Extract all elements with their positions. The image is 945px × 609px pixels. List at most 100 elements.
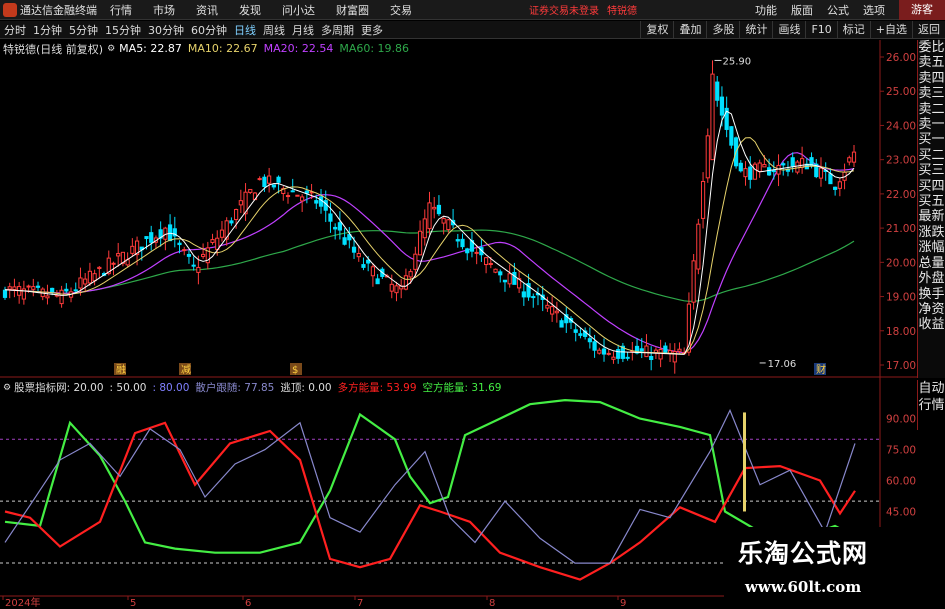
ma60-value: MA60: 19.86: [339, 42, 410, 55]
candle-body: [743, 168, 748, 178]
osc-tick-label: 60.00: [886, 476, 916, 488]
candle-body: [238, 200, 243, 206]
candle-body: [422, 218, 427, 239]
side-item[interactable]: 卖一: [918, 117, 945, 132]
candle-body: [191, 264, 196, 267]
side-item[interactable]: 买一: [918, 132, 945, 147]
candle-body: [545, 304, 550, 309]
side-item[interactable]: 净资: [918, 302, 945, 317]
side-item[interactable]: 买二: [918, 148, 945, 163]
candle-body: [186, 253, 192, 257]
candle-body: [370, 266, 375, 277]
candle-body: [219, 229, 225, 238]
candle-body: [460, 238, 465, 248]
candle-body: [59, 289, 64, 305]
candle-body: [351, 246, 357, 253]
candle-body: [795, 161, 800, 173]
candle-body: [31, 286, 36, 290]
candle-body: [550, 306, 555, 315]
candle-body: [328, 213, 333, 222]
candle-body: [498, 271, 503, 276]
candle-body: [295, 194, 300, 197]
side-item[interactable]: 最新: [918, 209, 945, 224]
candle-body: [446, 219, 451, 231]
candle-body: [757, 162, 762, 173]
candle-body: [7, 286, 12, 290]
candle-body: [262, 176, 267, 187]
side-item[interactable]: 自动: [918, 380, 945, 397]
side-item[interactable]: 卖五: [918, 55, 945, 70]
candle-body: [182, 249, 187, 252]
candle-body: [644, 345, 649, 358]
candle-body: [851, 151, 857, 163]
info-bar: 特锐德(日线 前复权) ⚙ MA5: 22.87 MA10: 22.67 MA2…: [0, 41, 409, 56]
time-tick-label: 7: [357, 598, 363, 609]
candle-body: [276, 176, 281, 183]
candle-body: [290, 190, 295, 193]
candle-body: [484, 257, 489, 266]
side-item[interactable]: 涨跌: [918, 225, 945, 240]
candle-body: [767, 167, 772, 176]
time-tick-label: 8: [489, 598, 495, 609]
candle-body: [705, 135, 710, 179]
candle-body: [691, 260, 696, 303]
candle-body: [417, 230, 423, 256]
candle-body: [144, 236, 149, 240]
side-item[interactable]: 卖二: [918, 102, 945, 117]
candle-body: [97, 266, 102, 270]
candle-body: [663, 345, 668, 354]
side-item[interactable]: 换手: [918, 287, 945, 302]
candle-body: [12, 286, 17, 291]
high-label: 25.90: [723, 56, 752, 67]
candle-body: [531, 296, 536, 299]
candle-body: [649, 356, 654, 361]
candle-body: [710, 73, 715, 161]
side-item[interactable]: 卖四: [918, 71, 945, 86]
side-item[interactable]: 买五: [918, 194, 945, 209]
candle-body: [639, 348, 644, 352]
side-item[interactable]: 行情: [918, 397, 945, 414]
side-item[interactable]: 收益: [918, 317, 945, 332]
indicator-bar: ⚙ 股票指标网 : 20.00 : 50.00 : 80.00 散户跟随: 77…: [0, 380, 501, 395]
side-item[interactable]: 委比: [918, 40, 945, 55]
gear-icon[interactable]: ⚙: [3, 383, 11, 393]
candle-body: [333, 226, 338, 230]
candle-body: [35, 285, 41, 288]
candle-body: [389, 283, 394, 292]
gear-icon[interactable]: ⚙: [107, 44, 115, 54]
side-item[interactable]: 买三: [918, 163, 945, 178]
candle-body: [87, 270, 93, 284]
ma10-value: MA10: 22.67: [187, 42, 258, 55]
side-item[interactable]: 卖三: [918, 86, 945, 101]
ma5-value: MA5: 22.87: [119, 42, 182, 55]
side-item[interactable]: 外盘: [918, 271, 945, 286]
candle-body: [248, 188, 253, 193]
candle-body: [257, 178, 262, 181]
candle-body: [403, 275, 409, 290]
candle-body: [73, 289, 78, 292]
price-tick-label: 22.00: [886, 189, 916, 201]
candle-body: [658, 349, 663, 360]
candle-body: [833, 186, 838, 190]
candle-body: [78, 277, 83, 289]
candle-body: [606, 352, 611, 355]
candle-body: [116, 253, 121, 257]
event-label: 财: [816, 363, 826, 376]
candle-body: [559, 320, 564, 328]
side-item[interactable]: 买四: [918, 179, 945, 194]
candle-body: [210, 239, 215, 243]
osc-tick-label: 45.00: [886, 506, 916, 518]
candle-body: [748, 166, 753, 180]
candle-body: [304, 190, 309, 194]
candle-body: [587, 338, 592, 343]
kline-chart[interactable]: 25.90 17.06 融 减 $ 财 26.00 25.00 24.00 23.00 22.00…: [0, 0, 945, 609]
candle-body: [837, 181, 842, 189]
candle-body: [92, 273, 97, 282]
side-item[interactable]: 涨幅: [918, 240, 945, 255]
candle-body: [177, 242, 182, 246]
watermark-title: 乐淘公式网: [738, 539, 869, 568]
side-item[interactable]: 总量: [918, 256, 945, 271]
candle-body: [427, 202, 432, 230]
candle-body: [465, 248, 470, 254]
candle-body: [26, 285, 31, 288]
